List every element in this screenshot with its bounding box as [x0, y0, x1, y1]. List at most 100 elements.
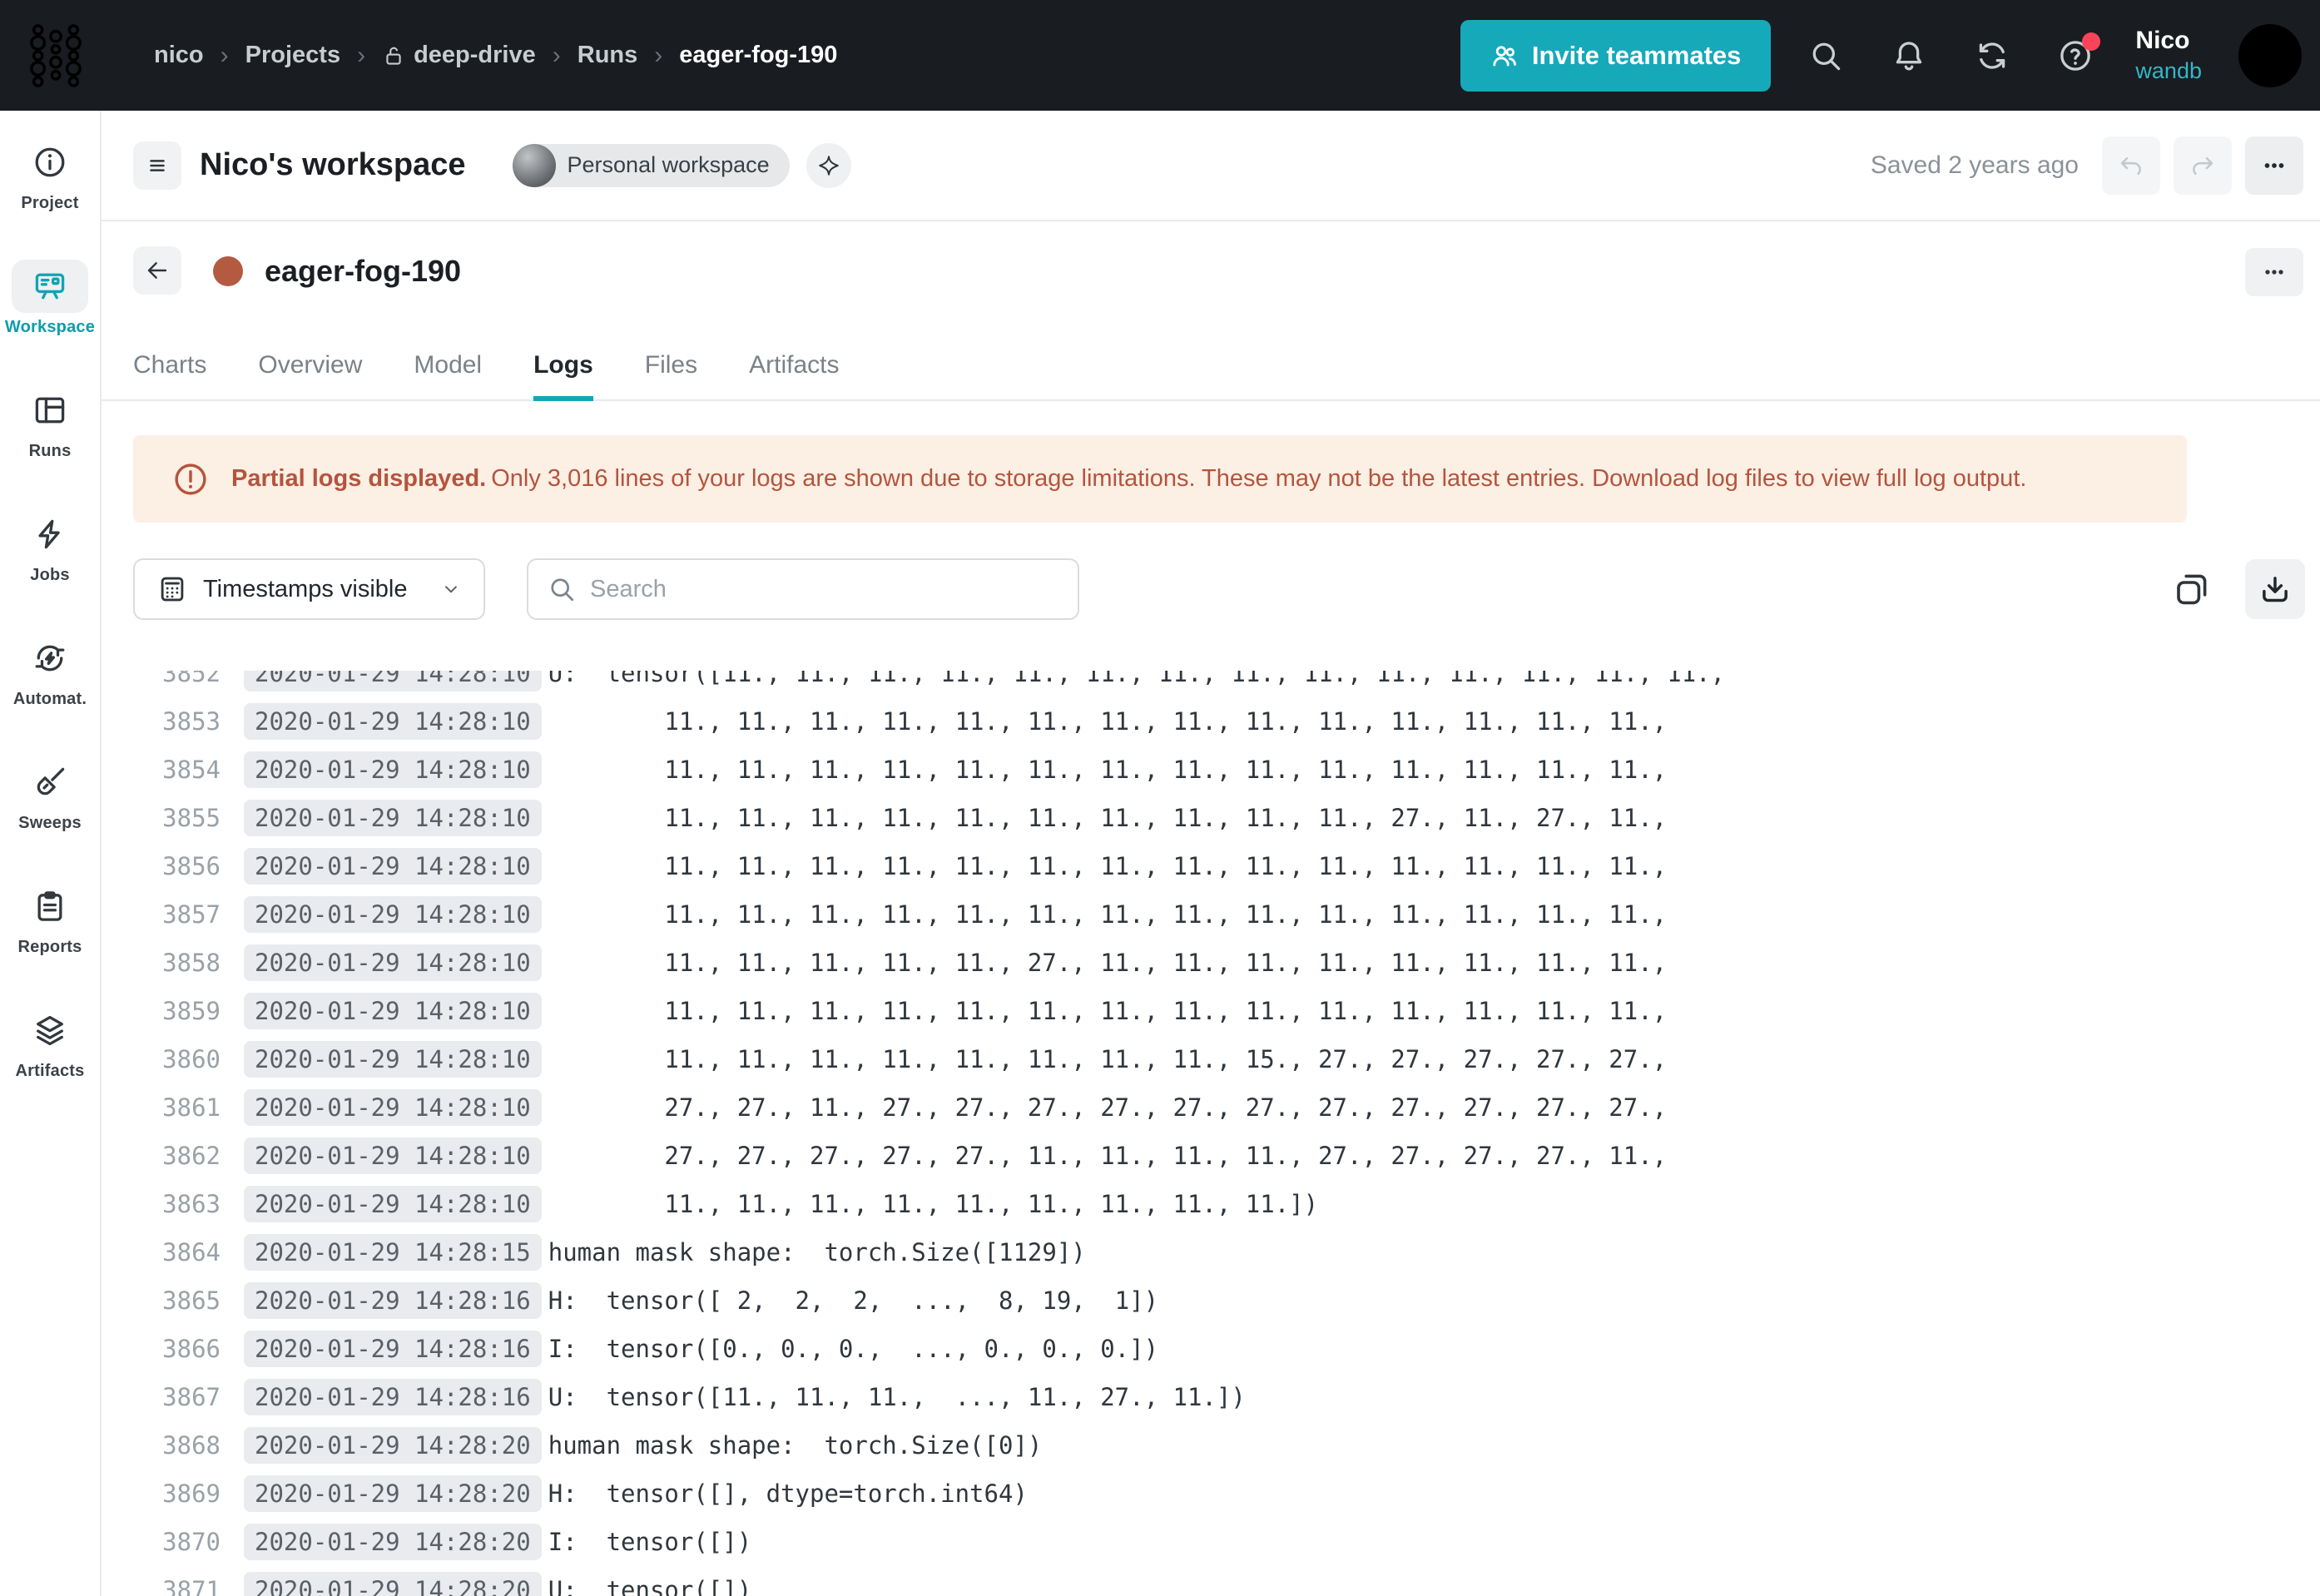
undo-icon: [2117, 151, 2145, 180]
tab-logs[interactable]: Logs: [533, 331, 593, 399]
log-timestamp: 2020-01-29 14:28:10: [244, 800, 542, 836]
log-text: human mask shape: torch.Size([0]): [548, 1431, 1043, 1460]
tab-charts[interactable]: Charts: [133, 331, 206, 399]
download-icon: [2258, 572, 2293, 607]
notification-dot: [2082, 32, 2100, 51]
log-row: 38592020-01-29 14:28:10 11., 11., 11., 1…: [133, 987, 2320, 1035]
log-row: 38662020-01-29 14:28:16I: tensor([0., 0.…: [133, 1325, 2320, 1373]
wandb-logo-icon[interactable]: [28, 20, 83, 92]
log-timestamp: 2020-01-29 14:28:10: [244, 751, 542, 788]
redo-button[interactable]: [2174, 136, 2232, 195]
breadcrumb-item-deep-drive[interactable]: deep-drive: [382, 42, 536, 69]
log-line-number: 3870: [133, 1528, 221, 1556]
sparkle-button[interactable]: [806, 143, 851, 188]
log-timestamp: 2020-01-29 14:28:15: [244, 1234, 542, 1271]
log-row: 38612020-01-29 14:28:10 27., 27., 11., 2…: [133, 1083, 2320, 1132]
workspace-badge-label: Personal workspace: [568, 152, 770, 178]
log-timestamp: 2020-01-29 14:28:10: [244, 848, 542, 885]
log-list[interactable]: 38522020-01-29 14:28:10U: tensor([11., 1…: [102, 671, 2320, 1596]
breadcrumb-label: eager-fog-190: [679, 42, 837, 69]
breadcrumb-item-Projects[interactable]: Projects: [245, 42, 340, 69]
log-line-number: 3865: [133, 1286, 221, 1315]
sidebar-item-runs[interactable]: Runs: [0, 384, 100, 461]
back-button[interactable]: [133, 246, 181, 295]
tab-overview[interactable]: Overview: [258, 331, 362, 399]
log-timestamp: 2020-01-29 14:28:10: [244, 1089, 542, 1126]
breadcrumb-label: Projects: [245, 42, 340, 69]
log-line-number: 3869: [133, 1480, 221, 1508]
breadcrumb-item-Runs[interactable]: Runs: [578, 42, 638, 69]
log-row: 38672020-01-29 14:28:16U: tensor([11., 1…: [133, 1373, 2320, 1421]
saved-status: Saved 2 years ago: [1871, 151, 2079, 180]
log-timestamp: 2020-01-29 14:28:10: [244, 671, 542, 691]
log-timestamp: 2020-01-29 14:28:20: [244, 1427, 542, 1464]
help-button[interactable]: [2057, 37, 2094, 74]
log-line-number: 3859: [133, 997, 221, 1025]
navbar-icon-buttons: [1807, 37, 2094, 74]
avatar[interactable]: [2238, 24, 2302, 87]
jobs-icon: [32, 516, 68, 553]
sync-button[interactable]: [1974, 37, 2010, 74]
log-text: human mask shape: torch.Size([1129]): [548, 1238, 1086, 1266]
timestamps-dropdown-label: Timestamps visible: [203, 576, 407, 603]
sidebar-item-label: Runs: [29, 442, 72, 461]
log-text: U: tensor([11., 11., 11., ..., 11., 27.,…: [548, 1383, 1246, 1411]
log-row: 38712020-01-29 14:28:20U: tensor([]): [133, 1566, 2320, 1596]
bell-button[interactable]: [1891, 37, 1927, 74]
invite-teammates-button[interactable]: Invite teammates: [1460, 20, 1772, 92]
sidebar-item-automations[interactable]: Automat.: [0, 632, 100, 709]
search-icon: [1807, 37, 1844, 74]
log-line-number: 3854: [133, 756, 221, 784]
user-menu[interactable]: Nico wandb: [2135, 27, 2202, 84]
search-icon: [547, 574, 577, 604]
log-timestamp: 2020-01-29 14:28:16: [244, 1379, 542, 1415]
sidebar-item-label: Jobs: [30, 566, 69, 585]
log-timestamp: 2020-01-29 14:28:20: [244, 1572, 542, 1596]
log-line-number: 3864: [133, 1238, 221, 1266]
log-timestamp: 2020-01-29 14:28:20: [244, 1475, 542, 1512]
breadcrumb-item-eager-fog-190[interactable]: eager-fog-190: [679, 42, 837, 69]
copy-icon: [2172, 569, 2212, 609]
breadcrumb-label: deep-drive: [414, 42, 536, 69]
sidebar-item-artifacts[interactable]: Artifacts: [0, 1004, 100, 1081]
runs-icon: [32, 392, 68, 429]
sparkle-icon: [816, 153, 841, 178]
run-overflow-button[interactable]: [2245, 248, 2303, 296]
log-text: 27., 27., 27., 27., 27., 11., 11., 11., …: [548, 1142, 1667, 1170]
log-text: H: tensor([ 2, 2, 2, ..., 8, 19, 1]): [548, 1286, 1158, 1315]
timestamps-dropdown[interactable]: Timestamps visible: [133, 558, 485, 620]
undo-button[interactable]: [2102, 136, 2160, 195]
search-icon: [547, 574, 577, 604]
chevron-down-icon: [440, 578, 462, 600]
search-input[interactable]: [588, 575, 1059, 604]
automations-icon-box: [12, 632, 88, 685]
wandb-avatar-dots-icon: [2253, 34, 2288, 77]
log-text: 11., 11., 11., 11., 11., 11., 11., 11., …: [548, 1045, 1667, 1073]
copy-logs-button[interactable]: [2172, 569, 2212, 609]
invite-teammates-label: Invite teammates: [1532, 41, 1742, 71]
log-text: U: tensor([11., 11., 11., 11., 11., 11.,…: [548, 671, 1725, 687]
personal-workspace-badge[interactable]: Personal workspace: [513, 144, 790, 187]
breadcrumb: nico›Projects›deep-drive›Runs›eager-fog-…: [154, 0, 837, 111]
lock-open-icon: [382, 44, 405, 67]
tab-model[interactable]: Model: [414, 331, 482, 399]
search-button[interactable]: [1807, 37, 1844, 74]
log-line-number: 3855: [133, 804, 221, 832]
log-row: 3864 2020-01-29 14:28:15human mask shape:…: [133, 1228, 2320, 1276]
user-name: Nico: [2135, 27, 2189, 55]
alert-icon: [171, 460, 210, 498]
log-text: I: tensor([]): [548, 1528, 751, 1556]
sidebar-item-sweeps[interactable]: Sweeps: [0, 756, 100, 833]
tab-files[interactable]: Files: [645, 331, 697, 399]
log-text: 27., 27., 11., 27., 27., 27., 27., 27., …: [548, 1093, 1667, 1122]
tab-artifacts[interactable]: Artifacts: [749, 331, 839, 399]
sidebar-item-workspace[interactable]: Workspace: [0, 260, 100, 337]
breadcrumb-item-nico[interactable]: nico: [154, 42, 204, 69]
workspace-menu-button[interactable]: [133, 141, 181, 190]
download-logs-button[interactable]: [2245, 559, 2305, 619]
log-text: 11., 11., 11., 11., 11., 27., 11., 11., …: [548, 949, 1667, 977]
sidebar-item-reports[interactable]: Reports: [0, 880, 100, 957]
sidebar-item-jobs[interactable]: Jobs: [0, 508, 100, 585]
sidebar-item-project[interactable]: Project: [0, 136, 100, 213]
workspace-overflow-button[interactable]: [2245, 136, 2303, 195]
